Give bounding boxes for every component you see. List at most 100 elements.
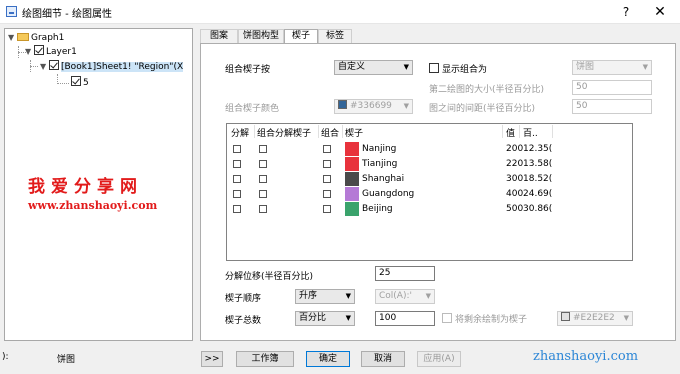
- layer-checkbox[interactable]: [34, 45, 44, 55]
- wedge-value: 300: [506, 174, 524, 184]
- ok-button[interactable]: 确定: [306, 351, 350, 367]
- chevron-down-icon: ▼: [345, 314, 351, 322]
- watermark-text: 我爱分享网: [28, 177, 143, 197]
- folder-icon: [17, 33, 29, 41]
- group-explode-checkbox[interactable]: [259, 160, 267, 168]
- footer-status-suffix: ):: [2, 352, 9, 362]
- wedge-grid[interactable]: 分解 组合分解楔子 组合 楔子 值 百.. Nanjing 200 12.35( Ti…: [226, 123, 633, 261]
- remaining-checkbox[interactable]: [442, 313, 452, 323]
- wedge-value: 200: [506, 144, 524, 154]
- cancel-button[interactable]: 取消: [361, 351, 405, 367]
- group-checkbox[interactable]: [323, 145, 331, 153]
- wedge-value: 220: [506, 159, 524, 169]
- chevron-down-icon: ▼: [623, 314, 629, 322]
- gap-input[interactable]: 50: [572, 99, 652, 114]
- grid-header-value[interactable]: 值: [506, 126, 515, 139]
- table-row[interactable]: Tianjing 220 13.58(: [227, 157, 632, 172]
- group-explode-checkbox[interactable]: [259, 145, 267, 153]
- chevron-down-icon[interactable]: ▼: [40, 60, 49, 74]
- wedge-name: Tianjing: [362, 159, 398, 169]
- wedge-color-swatch[interactable]: [345, 202, 359, 216]
- explode-checkbox[interactable]: [233, 205, 241, 213]
- wedge-total-input[interactable]: 100: [375, 311, 435, 326]
- wedge-color-swatch[interactable]: [345, 142, 359, 156]
- group-explode-checkbox[interactable]: [259, 205, 267, 213]
- expand-button[interactable]: >>: [201, 351, 223, 367]
- wedge-color-swatch[interactable]: [345, 157, 359, 171]
- group-checkbox[interactable]: [323, 160, 331, 168]
- group-checkbox[interactable]: [323, 205, 331, 213]
- group-by-label: 组合楔子按: [225, 65, 271, 75]
- group-explode-checkbox[interactable]: [259, 190, 267, 198]
- wedge-total-label: 楔子总数: [225, 316, 262, 326]
- chevron-down-icon: ▼: [642, 63, 648, 71]
- group-color-select[interactable]: #336699 ▼: [334, 99, 413, 114]
- workbook-button[interactable]: 工作簿: [236, 351, 294, 367]
- footer-plot-type: 饼图: [57, 355, 76, 365]
- wedge-order-select[interactable]: 升序 ▼: [295, 289, 355, 304]
- explode-offset-input[interactable]: 25: [375, 266, 435, 281]
- wedge-color-swatch[interactable]: [345, 172, 359, 186]
- grid-header-percent[interactable]: 百..: [523, 126, 538, 139]
- table-row[interactable]: Nanjing 200 12.35(: [227, 142, 632, 157]
- show-group-checkbox[interactable]: [429, 63, 439, 73]
- group-by-select[interactable]: 自定义 ▼: [334, 60, 413, 75]
- table-row[interactable]: Guangdong 400 24.69(: [227, 187, 632, 202]
- tab-pie-geometry[interactable]: 饼图构型: [238, 29, 284, 43]
- group-checkbox[interactable]: [323, 175, 331, 183]
- wedge-name: Beijing: [362, 204, 393, 214]
- wedge-color-swatch[interactable]: [345, 187, 359, 201]
- wedge-percent: 24.69(: [523, 189, 553, 199]
- chevron-down-icon: ▼: [403, 63, 409, 71]
- chevron-down-icon[interactable]: ▼: [25, 45, 34, 59]
- tree-node-plot[interactable]: ▼ [Book1]Sheet1! "Region"(X: [40, 60, 184, 74]
- explode-checkbox[interactable]: [233, 175, 241, 183]
- tab-pattern[interactable]: 图案: [200, 29, 238, 43]
- plot-checkbox[interactable]: [49, 60, 59, 70]
- tree-node-layer[interactable]: ▼ Layer1: [25, 45, 77, 59]
- wedge-value: 500: [506, 204, 524, 214]
- chevron-down-icon[interactable]: ▼: [8, 31, 17, 45]
- item-checkbox[interactable]: [71, 76, 81, 86]
- wedge-order-label: 楔子顺序: [225, 294, 262, 304]
- explode-checkbox[interactable]: [233, 145, 241, 153]
- help-button[interactable]: ?: [616, 2, 636, 22]
- show-group-label: 显示组合为: [442, 65, 488, 75]
- wedge-name: Guangdong: [362, 189, 415, 199]
- grid-header-group[interactable]: 组合: [321, 126, 339, 139]
- table-row[interactable]: Beijing 500 30.86(: [227, 202, 632, 217]
- wedge-name: Shanghai: [362, 174, 405, 184]
- tab-labels[interactable]: 标签: [318, 29, 352, 43]
- grid-header-wedge[interactable]: 楔子: [345, 126, 363, 139]
- show-group-select[interactable]: 饼图 ▼: [572, 60, 652, 75]
- wedge-percent: 13.58(: [523, 159, 553, 169]
- tab-wedges[interactable]: 楔子: [284, 29, 318, 44]
- chevron-down-icon: ▼: [403, 102, 409, 110]
- group-checkbox[interactable]: [323, 190, 331, 198]
- tree-node-item[interactable]: 5: [71, 76, 89, 90]
- tree-node-graph[interactable]: ▼ Graph1: [8, 31, 64, 45]
- apply-button[interactable]: 应用(A): [417, 351, 461, 367]
- group-color-label: 组合楔子颜色: [225, 104, 280, 114]
- grid-header-explode[interactable]: 分解: [231, 126, 249, 139]
- wedge-name: Nanjing: [362, 144, 397, 154]
- second-size-input[interactable]: 50: [572, 80, 652, 95]
- watermark-url-bottom: zhanshaoyi.com: [533, 349, 639, 364]
- group-explode-checkbox[interactable]: [259, 175, 267, 183]
- plot-details-icon: [6, 6, 17, 17]
- explode-offset-label: 分解位移(半径百分比): [225, 272, 314, 282]
- table-row[interactable]: Shanghai 300 18.52(: [227, 172, 632, 187]
- wedge-value: 400: [506, 189, 524, 199]
- remaining-color-select[interactable]: #E2E2E2 ▼: [557, 311, 633, 326]
- order-column-select[interactable]: Col(A):' ▼: [375, 289, 435, 304]
- wedge-total-mode-select[interactable]: 百分比 ▼: [295, 311, 355, 326]
- chevron-down-icon: ▼: [345, 292, 351, 300]
- second-size-label: 第二绘图的大小(半径百分比): [429, 85, 545, 95]
- chevron-down-icon: ▼: [425, 292, 431, 300]
- wedge-percent: 12.35(: [523, 144, 553, 154]
- explode-checkbox[interactable]: [233, 190, 241, 198]
- grid-header-group-explode[interactable]: 组合分解楔子: [257, 126, 311, 139]
- close-button[interactable]: ✕: [650, 2, 670, 22]
- explode-checkbox[interactable]: [233, 160, 241, 168]
- window-title: 绘图细节 - 绘图属性: [22, 9, 112, 20]
